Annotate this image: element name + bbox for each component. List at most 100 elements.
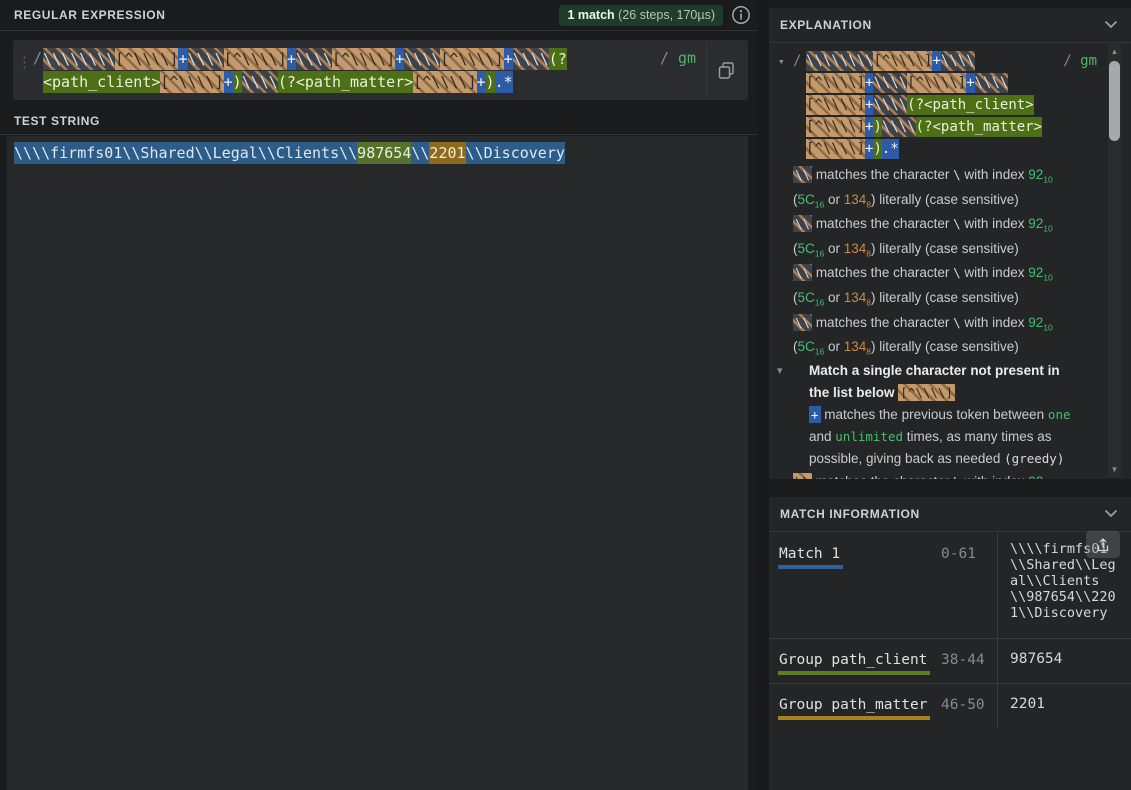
seg-esc: \\\\: [873, 73, 907, 93]
seg-quant: +: [504, 48, 513, 70]
seg-esc: \\\\: [242, 71, 278, 93]
seg-quant: +: [395, 48, 404, 70]
seg-mono: \: [953, 315, 961, 330]
explanation-item: ▾ Match a single character not present in…: [769, 360, 1131, 404]
regex-flags-value: gm: [678, 49, 696, 67]
match-row-1[interactable]: Match 10-61\\\\firmfs01\\Shared\\Legal\\…: [769, 533, 1131, 639]
seg-txt: with index: [961, 315, 1029, 330]
seg-esc: \\\\: [975, 73, 1009, 93]
seg-orange: 1348: [844, 241, 871, 256]
seg-chip-esc: \\: [793, 314, 812, 331]
export-matches-icon[interactable]: [1086, 531, 1120, 558]
seg-bold: Match a single character not present in: [809, 363, 1060, 378]
display-flags: / gm: [1063, 50, 1097, 72]
group-row-path-matter[interactable]: Group path_matter46-502201: [769, 684, 1131, 728]
seg-txt: or: [824, 192, 844, 207]
seg-mono: (greedy): [1004, 451, 1064, 466]
match-value: 987654: [997, 639, 1131, 683]
seg-cls: [^\\\\]: [806, 95, 865, 115]
seg-mono: \: [953, 474, 961, 479]
seg-cls: [^\\\\]: [440, 48, 503, 70]
test-string-title: TEST STRING: [14, 114, 100, 128]
display-open-delimiter: /: [793, 50, 801, 72]
seg-green: 9210: [1028, 474, 1053, 479]
regex-close-delimiter: /: [660, 49, 669, 67]
match-label: Group path_client: [778, 652, 930, 675]
seg-green: 9210: [1028, 167, 1053, 182]
match-info-title: MATCH INFORMATION: [780, 507, 920, 521]
seg-cls: [^\\\\]: [160, 71, 223, 93]
collapse-caret-icon[interactable]: ▾: [778, 51, 785, 73]
seg-txt: with index: [961, 474, 1029, 479]
copy-icon[interactable]: [713, 57, 739, 83]
group-row-path-client[interactable]: Group path_client 38-44987654: [769, 639, 1131, 684]
seg-match: \\: [411, 142, 429, 164]
seg-green: 5C16: [798, 241, 825, 256]
explanation-panel-header[interactable]: EXPLANATION: [769, 8, 1131, 43]
regex-input[interactable]: ⋮ / \\\\\\\\[^\\\\]+\\\\[^\\\\]+\\\\[^\\…: [13, 40, 748, 100]
seg-txt: with index: [961, 167, 1029, 182]
seg-chip-esc: \\: [793, 215, 812, 232]
seg-esc: \\\\\\\\: [43, 48, 115, 70]
scroll-up-icon[interactable]: ▲: [1108, 47, 1121, 56]
seg-txt: ) literally (case sensitive): [871, 241, 1019, 256]
seg-quant: +: [178, 48, 187, 70]
seg-cls: [^\\\\]: [806, 117, 865, 137]
panel-splitter[interactable]: [757, 0, 769, 790]
seg-green: 5C16: [798, 290, 825, 305]
match-label: Match 1: [778, 546, 843, 569]
seg-client: 987654: [357, 142, 411, 164]
seg-txt: matches the character: [812, 265, 953, 280]
seg-orange: 1348: [844, 192, 871, 207]
seg-txt: (: [793, 290, 798, 305]
seg-gmono: one: [1048, 407, 1071, 422]
seg-cls: [^\\\\]: [413, 71, 476, 93]
drag-handle-icon[interactable]: ⋮: [17, 53, 30, 71]
seg-quant: +: [287, 48, 296, 70]
chevron-down-icon[interactable]: [1104, 505, 1118, 523]
regex-flags[interactable]: / gm: [660, 49, 696, 67]
chevron-down-icon[interactable]: [1104, 16, 1118, 34]
seg-txt: matches the previous token between: [821, 407, 1048, 422]
seg-orange: 1348: [844, 290, 871, 305]
seg-esc: \\\\: [873, 95, 907, 115]
scrollbar-thumb[interactable]: [1109, 61, 1120, 141]
seg-bold: the list below: [809, 385, 898, 400]
regex-pattern[interactable]: \\\\\\\\[^\\\\]+\\\\[^\\\\]+\\\\[^\\\\]+…: [43, 48, 652, 94]
seg-txt: matches the character: [812, 216, 953, 231]
explanation-item: \\ matches the character \ with index 92…: [769, 261, 1131, 310]
explanation-item: \\ matches the character \ with index 92…: [769, 212, 1131, 261]
seg-quant: +: [966, 73, 974, 93]
test-string-input[interactable]: \\\\firmfs01\\Shared\\Legal\\Clients\\98…: [7, 136, 748, 790]
seg-txt: (: [793, 192, 798, 207]
regex-section-title: REGULAR EXPRESSION: [14, 8, 166, 22]
seg-group: ): [486, 71, 495, 93]
match-range: 38-44: [941, 639, 997, 683]
seg-group: ): [233, 71, 242, 93]
match-label-cell: Match 1: [769, 533, 941, 638]
seg-group: ): [873, 117, 881, 137]
right-panel: EXPLANATION ▾ / \\\\\\\\[^\\\\]+\\\\[^\\…: [769, 0, 1131, 790]
display-tokens: \\\\\\\\[^\\\\]+\\\\[^\\\\]+\\\\[^\\\\]+…: [806, 51, 1042, 159]
info-icon[interactable]: [730, 4, 752, 26]
match-label-cell: Group path_matter: [769, 684, 941, 728]
match-count-badge[interactable]: 1 match (26 steps, 170µs): [559, 5, 723, 26]
seg-txt: with index: [961, 216, 1029, 231]
scroll-down-icon[interactable]: ▼: [1108, 465, 1121, 474]
explanation-item: \\ matches the character \ with index 92…: [769, 311, 1131, 360]
seg-chip-cls: \\: [793, 473, 812, 479]
seg-mono: \: [953, 216, 961, 231]
seg-txt: matches the character: [812, 167, 953, 182]
seg-txt: ) literally (case sensitive): [871, 290, 1019, 305]
seg-mono: \: [953, 265, 961, 280]
seg-green: 9210: [1028, 265, 1053, 280]
test-string-content: \\\\firmfs01\\Shared\\Legal\\Clients\\98…: [14, 143, 741, 164]
seg-esc: \\\\: [941, 51, 975, 71]
collapse-caret-icon[interactable]: ▾: [777, 360, 783, 382]
seg-quant: +: [932, 51, 940, 71]
seg-green: 5C16: [798, 339, 825, 354]
explanation-scrollbar[interactable]: ▲ ▼: [1108, 44, 1121, 477]
match-info-panel-header[interactable]: MATCH INFORMATION: [769, 497, 1131, 532]
seg-esc: \\\\: [404, 48, 440, 70]
seg-txt: and: [809, 429, 835, 444]
